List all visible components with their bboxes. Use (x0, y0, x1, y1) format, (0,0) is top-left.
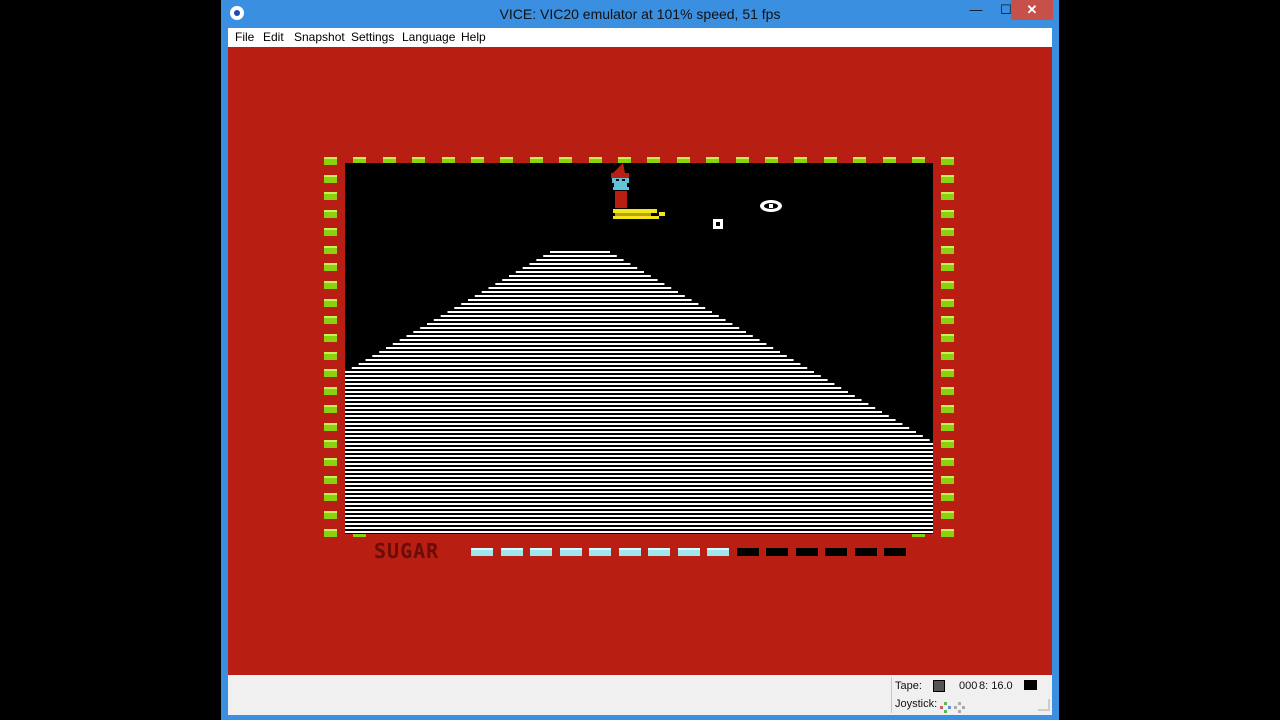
border-brick (324, 246, 337, 254)
border-brick (324, 369, 337, 377)
border-brick (941, 157, 954, 165)
border-brick (941, 263, 954, 271)
border-brick (324, 423, 337, 431)
close-button[interactable]: ✕ (1011, 0, 1053, 20)
menu-language[interactable]: Language (402, 30, 455, 44)
game-playfield (345, 163, 933, 534)
border-brick (941, 281, 954, 289)
menu-edit[interactable]: Edit (263, 30, 284, 44)
sugar-meter-empty-segment (737, 548, 759, 556)
sugar-meter-full-segment (589, 548, 611, 556)
border-brick (941, 369, 954, 377)
border-brick (941, 458, 954, 466)
joystick-label: Joystick: (895, 698, 938, 710)
border-brick (941, 228, 954, 236)
sugar-meter-empty-segment (766, 548, 788, 556)
border-brick (324, 263, 337, 271)
border-brick (324, 405, 337, 413)
border-brick (324, 511, 337, 519)
border-brick (941, 405, 954, 413)
border-brick (324, 387, 337, 395)
border-brick (324, 281, 337, 289)
emulator-screen[interactable]: SUGAR (228, 47, 1052, 675)
border-brick (324, 192, 337, 200)
sugar-meter-full-segment (678, 548, 700, 556)
sugar-meter-full-segment (530, 548, 552, 556)
sugar-meter-full-segment (648, 548, 670, 556)
sugar-meter-empty-segment (884, 548, 906, 556)
sugar-meter-empty-segment (825, 548, 847, 556)
border-brick (324, 316, 337, 324)
drive-status: 8: 16.0 (979, 680, 1013, 692)
window-title: VICE: VIC20 emulator at 101% speed, 51 f… (499, 6, 781, 22)
border-brick (941, 210, 954, 218)
border-brick (324, 157, 337, 165)
border-brick (324, 476, 337, 484)
border-brick (941, 192, 954, 200)
menu-help[interactable]: Help (461, 30, 486, 44)
drive-led-icon (1024, 680, 1037, 690)
border-brick (324, 493, 337, 501)
sugar-label: SUGAR (374, 539, 440, 563)
sugar-meter-full-segment (501, 548, 523, 556)
border-brick (941, 316, 954, 324)
border-brick (941, 476, 954, 484)
border-brick (941, 387, 954, 395)
menu-settings[interactable]: Settings (351, 30, 394, 44)
border-brick (324, 228, 337, 236)
border-brick (941, 299, 954, 307)
title-bar[interactable]: VICE: VIC20 emulator at 101% speed, 51 f… (221, 0, 1059, 28)
border-brick (941, 246, 954, 254)
status-bar: Tape: 000 8: 16.0 Joystick: (228, 675, 1052, 715)
border-brick (941, 175, 954, 183)
santa-sprite (611, 163, 665, 219)
border-brick (941, 529, 954, 537)
resize-grip[interactable] (1038, 699, 1050, 711)
border-brick (941, 352, 954, 360)
app-window: VICE: VIC20 emulator at 101% speed, 51 f… (221, 0, 1059, 720)
sugar-meter-empty-segment (796, 548, 818, 556)
tape-icon[interactable] (933, 680, 945, 692)
border-brick (941, 440, 954, 448)
border-brick (941, 423, 954, 431)
border-brick (324, 175, 337, 183)
status-panel: Tape: 000 8: 16.0 Joystick: (891, 677, 1052, 713)
tape-counter: 000 (959, 680, 978, 692)
sugar-meter-full-segment (471, 548, 493, 556)
menu-file[interactable]: File (235, 30, 254, 44)
border-brick (324, 334, 337, 342)
border-brick (941, 493, 954, 501)
menu-snapshot[interactable]: Snapshot (294, 30, 345, 44)
sugar-meter-full-segment (619, 548, 641, 556)
tape-label: Tape: (895, 680, 922, 692)
sugar-meter-empty-segment (855, 548, 877, 556)
border-brick (324, 440, 337, 448)
border-brick (324, 210, 337, 218)
sugar-meter-full-segment (707, 548, 729, 556)
sugar-cube-sprite (713, 219, 723, 229)
border-brick (324, 352, 337, 360)
border-brick (941, 511, 954, 519)
snowball-sprite (760, 200, 782, 212)
border-brick (324, 458, 337, 466)
border-brick (941, 334, 954, 342)
sugar-meter-full-segment (560, 548, 582, 556)
minimize-button[interactable]: — (961, 0, 991, 20)
menu-bar: File Edit Snapshot Settings Language Hel… (228, 28, 1052, 47)
border-brick (324, 529, 337, 537)
border-brick (324, 299, 337, 307)
